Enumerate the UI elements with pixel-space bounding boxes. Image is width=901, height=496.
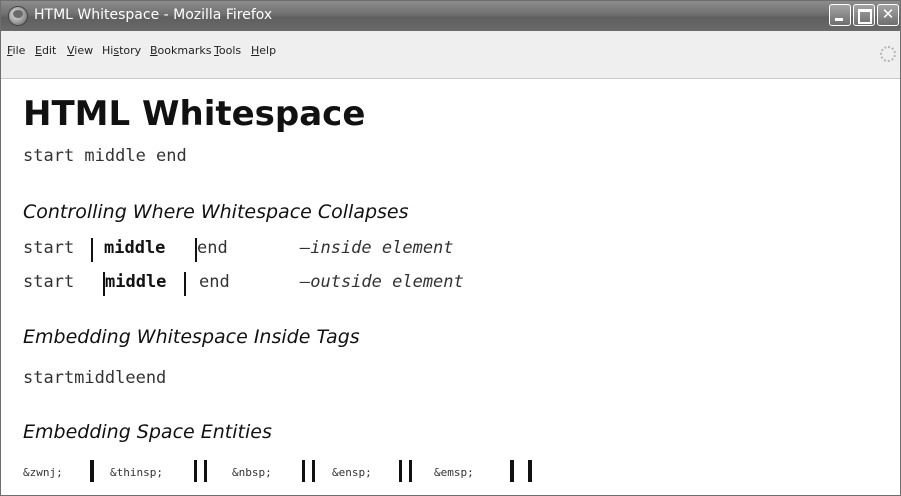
menu-accesskey: E bbox=[35, 44, 42, 57]
menu-view[interactable]: View bbox=[67, 44, 93, 57]
row1-bar-open bbox=[91, 238, 93, 262]
entity-zwnj-label: &zwnj; bbox=[23, 466, 63, 479]
entity-nbsp-bar-left bbox=[302, 460, 305, 482]
row2-start: start bbox=[23, 272, 75, 292]
maximize-button[interactable] bbox=[853, 4, 875, 26]
title-bar: HTML Whitespace - Mozilla Firefox ✕ bbox=[1, 1, 900, 31]
menu-file[interactable]: File bbox=[7, 44, 25, 57]
entity-zwnj-bar bbox=[90, 460, 94, 482]
entity-emsp-bar-right bbox=[528, 460, 532, 482]
menu-edit[interactable]: Edit bbox=[35, 44, 56, 57]
row1-end: end bbox=[197, 238, 228, 258]
menu-bookmarks[interactable]: Bookmarks bbox=[150, 44, 211, 57]
menu-accesskey: s bbox=[113, 44, 120, 57]
row2-end: end bbox=[199, 272, 230, 292]
menu-bar: File Edit View History Bookmarks Tools H… bbox=[1, 31, 900, 79]
entity-nbsp-bar-right bbox=[312, 460, 315, 482]
section-heading-collapses: Controlling Where Whitespace Collapses bbox=[23, 201, 409, 223]
menu-accesskey: H bbox=[251, 44, 260, 57]
row2-bar-close bbox=[184, 272, 186, 296]
entity-demo-row: &zwnj; &thinsp; &nbsp; &ensp; &emsp; bbox=[23, 460, 883, 484]
entity-emsp-bar-left bbox=[510, 460, 514, 482]
window-title: HTML Whitespace - Mozilla Firefox bbox=[34, 7, 273, 23]
menu-history[interactable]: History bbox=[102, 44, 141, 57]
menu-accesskey: T bbox=[214, 44, 219, 57]
entity-nbsp-label: &nbsp; bbox=[232, 466, 272, 479]
row1-note: —inside element bbox=[300, 238, 454, 258]
entity-thinsp-bar-right bbox=[204, 460, 207, 482]
entity-ensp-bar-right bbox=[409, 460, 412, 482]
section-heading-entities: Embedding Space Entities bbox=[23, 421, 272, 443]
entity-emsp-label: &emsp; bbox=[434, 466, 474, 479]
menu-accesskey: F bbox=[7, 44, 13, 57]
menu-help[interactable]: Help bbox=[251, 44, 276, 57]
menu-accesskey: V bbox=[67, 44, 75, 57]
embedded-text-line: startmiddleend bbox=[23, 368, 167, 388]
row1-middle: middle bbox=[104, 238, 166, 258]
menu-tools[interactable]: Tools bbox=[214, 44, 241, 57]
minimize-button[interactable] bbox=[829, 4, 851, 26]
entity-thinsp-label: &thinsp; bbox=[110, 466, 163, 479]
firefox-logo-icon bbox=[8, 6, 28, 26]
row1-start: start bbox=[23, 238, 75, 258]
section-heading-inside-tags: Embedding Whitespace Inside Tags bbox=[23, 326, 360, 348]
browser-window: HTML Whitespace - Mozilla Firefox ✕ File… bbox=[0, 0, 901, 496]
page-heading: HTML Whitespace bbox=[23, 94, 366, 134]
collapsed-text-line: start middle end bbox=[23, 146, 187, 166]
entity-ensp-label: &ensp; bbox=[332, 466, 372, 479]
menu-accesskey: B bbox=[150, 44, 158, 57]
row2-note: —outside element bbox=[300, 272, 464, 292]
row2-middle: middle bbox=[105, 272, 167, 292]
entity-thinsp-bar-left bbox=[194, 460, 197, 482]
entity-ensp-bar-left bbox=[399, 460, 402, 482]
activity-throbber-icon bbox=[880, 46, 896, 62]
close-button[interactable]: ✕ bbox=[877, 4, 899, 26]
